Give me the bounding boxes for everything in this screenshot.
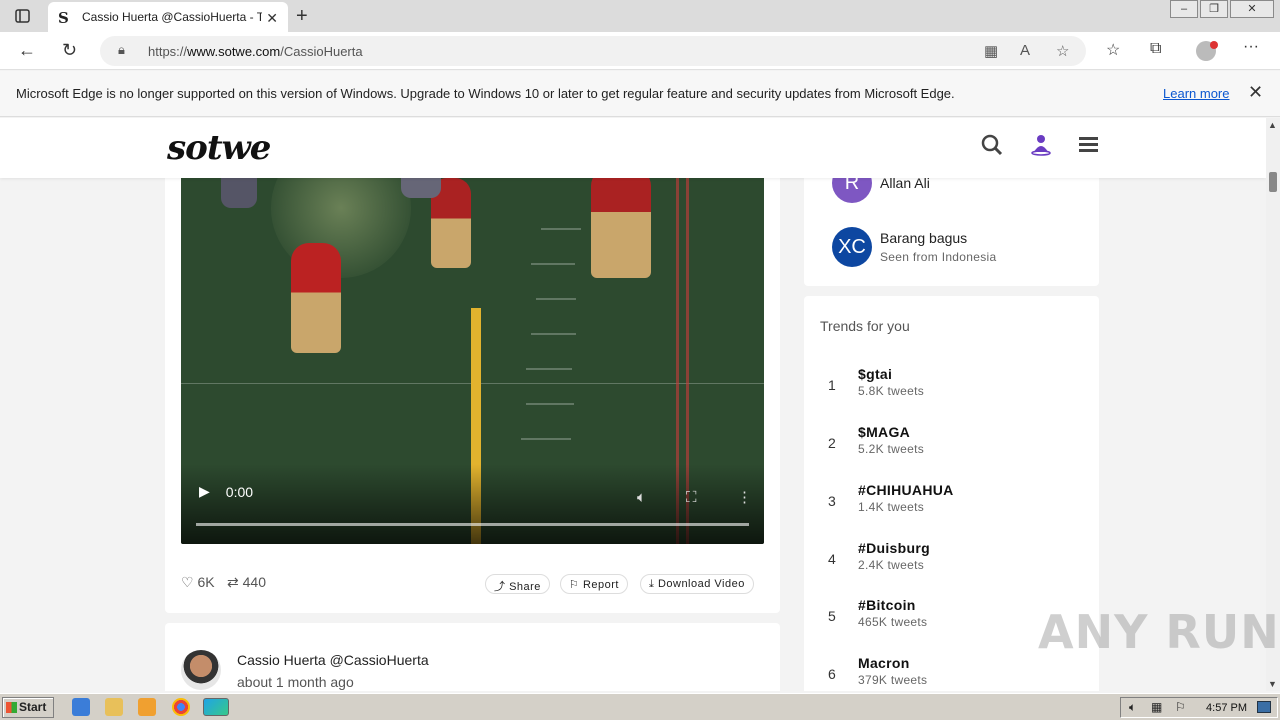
lock-icon[interactable]: 🔒︎	[118, 42, 125, 58]
folder-icon[interactable]	[105, 698, 123, 716]
download-icon: ⤓	[649, 578, 655, 590]
address-toolbar: ← ↻ 🔒︎ https://www.sotwe.com/CassioHuert…	[0, 32, 1280, 70]
unsupported-notice-bar: Microsoft Edge is no longer supported on…	[0, 71, 1280, 117]
download-video-button[interactable]: ⤓ Download Video	[640, 574, 754, 594]
scroll-down-icon[interactable]: ▼	[1268, 679, 1277, 689]
sotwe-logo[interactable]: sotwe	[167, 128, 271, 168]
scroll-up-icon[interactable]: ▲	[1268, 120, 1277, 130]
back-arrow-icon[interactable]: ←	[18, 40, 36, 61]
windows-taskbar: Start 🔈︎ ▦ ⚐ 4:57 PM	[0, 693, 1280, 720]
tweet-author[interactable]: Cassio Huerta @CassioHuerta	[237, 652, 429, 668]
tab-strip: S Cassio Huerta @CassioHuerta - T ✕ + – …	[0, 0, 1280, 32]
volume-tray-icon[interactable]: 🔈︎	[1129, 700, 1136, 715]
tweet-card: Cassio Huerta @CassioHuerta about 1 mont…	[165, 623, 780, 691]
post-card: ▶ 0:00 🔈︎ ⛶ ⋮ ♡ 6K ⇄ 440 ⤴ Share ⚐ Repor…	[165, 148, 780, 613]
window-controls: – ❐ ✕	[1168, 0, 1274, 18]
scroll-thumb[interactable]	[1269, 172, 1277, 192]
volume-icon[interactable]: 🔈︎	[637, 489, 646, 506]
retweet-count: 440	[242, 574, 266, 590]
tab-close-icon[interactable]: ✕	[266, 10, 278, 27]
app-available-icon[interactable]: ▦	[984, 42, 998, 60]
url-text[interactable]: https://www.sotwe.com/CassioHuerta	[148, 44, 363, 59]
video-more-icon[interactable]: ⋮	[737, 488, 752, 506]
site-header: sotwe	[0, 118, 1266, 178]
edge-icon[interactable]	[203, 698, 229, 716]
like-count: 6K	[197, 574, 215, 590]
share-icon: ⤴	[494, 581, 506, 593]
user-icon[interactable]	[1030, 134, 1052, 162]
search-icon[interactable]	[981, 134, 1003, 162]
menu-icon[interactable]	[1078, 134, 1100, 162]
retweet-button[interactable]: ⇄ 440	[227, 574, 266, 591]
chrome-icon[interactable]	[172, 698, 190, 716]
video-progress-bar[interactable]	[196, 523, 749, 526]
player-figure	[291, 243, 341, 353]
add-favorite-icon[interactable]: ☆	[1056, 42, 1069, 60]
profile-avatar-icon[interactable]	[1196, 41, 1218, 61]
fullscreen-icon[interactable]: ⛶	[686, 489, 697, 506]
post-actions: ♡ 6K ⇄ 440 ⤴ Share ⚐ Report ⤓ Download V…	[181, 574, 764, 596]
like-button[interactable]: ♡ 6K	[181, 574, 215, 591]
more-menu-icon[interactable]: ···	[1243, 38, 1259, 56]
media-player-icon[interactable]	[138, 698, 156, 716]
play-icon[interactable]: ▶	[199, 483, 210, 500]
anyrun-watermark: ANY RUN	[1038, 605, 1280, 659]
system-tray: 🔈︎ ▦ ⚐ 4:57 PM	[1120, 697, 1278, 718]
network-tray-icon[interactable]: ▦	[1151, 700, 1162, 714]
restore-button[interactable]: ❐	[1200, 0, 1228, 18]
report-button[interactable]: ⚐ Report	[560, 574, 628, 594]
tweet-time[interactable]: about 1 month ago	[237, 674, 354, 690]
flag-icon: ⚐	[569, 579, 580, 591]
trend-item[interactable]: 2 $MAGA 5.2K tweets	[804, 420, 1099, 470]
video-time: 0:00	[225, 483, 254, 500]
new-tab-button[interactable]: +	[296, 5, 308, 28]
tab-title: Cassio Huerta @CassioHuerta - T	[82, 10, 262, 24]
tab-actions-icon[interactable]	[14, 7, 32, 25]
read-aloud-icon[interactable]: A	[1020, 42, 1030, 59]
video-player[interactable]: ▶ 0:00 🔈︎ ⛶ ⋮	[181, 148, 764, 544]
refresh-icon[interactable]: ↻	[62, 40, 77, 61]
notice-close-icon[interactable]: ✕	[1248, 82, 1263, 103]
trend-item[interactable]: 4 #Duisburg 2.4K tweets	[804, 536, 1099, 586]
start-button[interactable]: Start	[2, 697, 54, 718]
trend-item[interactable]: 3 #CHIHUAHUA 1.4K tweets	[804, 478, 1099, 528]
close-window-button[interactable]: ✕	[1230, 0, 1274, 18]
collections-icon[interactable]: ⧉	[1150, 40, 1161, 58]
user-name[interactable]: Barang bagus	[880, 230, 967, 246]
avatar[interactable]	[181, 650, 221, 690]
playback-controls: ▶ 0:00	[199, 483, 253, 500]
user-avatar[interactable]: XC	[832, 227, 872, 267]
clock: 4:57 PM	[1206, 702, 1247, 714]
trend-item[interactable]: 1 $gtai 5.8K tweets	[804, 362, 1099, 412]
favorites-icon[interactable]: ☆	[1106, 40, 1120, 60]
video-fade	[181, 464, 764, 544]
address-bar[interactable]: 🔒︎ https://www.sotwe.com/CassioHuerta ▦ …	[100, 36, 1086, 66]
share-button[interactable]: ⤴ Share	[485, 574, 550, 594]
learn-more-link[interactable]: Learn more	[1163, 86, 1229, 101]
ie-icon[interactable]	[72, 698, 90, 716]
flag-tray-icon[interactable]: ⚐	[1175, 700, 1186, 714]
sotwe-favicon-icon: S	[58, 9, 69, 27]
user-location: Seen from Indonesia	[880, 250, 997, 264]
trends-heading: Trends for you	[820, 318, 910, 334]
player-figure	[591, 168, 651, 278]
minimize-button[interactable]: –	[1170, 0, 1198, 18]
notice-message: Microsoft Edge is no longer supported on…	[16, 86, 955, 101]
browser-tab[interactable]: S Cassio Huerta @CassioHuerta - T ✕	[48, 2, 288, 32]
show-desktop-icon[interactable]	[1257, 701, 1271, 713]
